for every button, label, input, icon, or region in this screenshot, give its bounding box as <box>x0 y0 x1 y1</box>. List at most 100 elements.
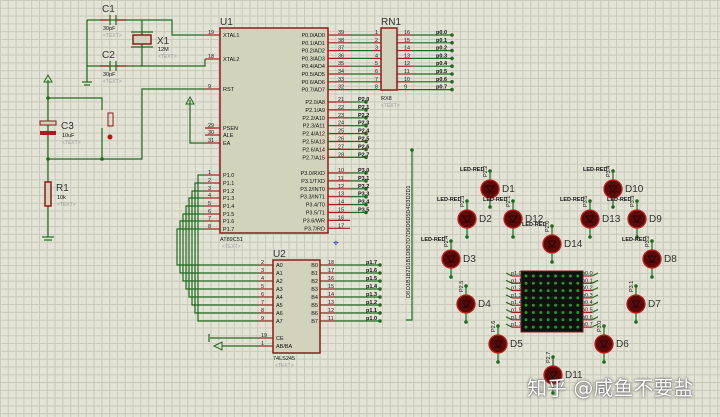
junction-dot <box>450 72 454 76</box>
u1-pin-name: XTAL2 <box>223 57 239 63</box>
matrix-dot <box>546 303 550 307</box>
u1-pin-name: P3.1/TXD <box>301 179 325 185</box>
matrix-dot <box>524 281 528 285</box>
r1-text: <TEXT> <box>57 202 76 208</box>
matrix-net-label: p1.5 <box>511 308 522 314</box>
matrix-dot <box>568 274 572 278</box>
u1-pin-number: 11 <box>338 176 344 182</box>
u1-pin-number: 14 <box>338 200 344 206</box>
junction-dot <box>602 360 606 364</box>
u2-pin-name: A0 <box>276 263 283 269</box>
c1-text: <TEXT> <box>103 33 122 39</box>
rn1-ref: RN1 <box>381 17 401 28</box>
led-ref: D6 <box>616 339 629 350</box>
matrix-dot <box>554 311 558 314</box>
matrix-dot <box>531 325 535 329</box>
wire <box>591 294 599 299</box>
matrix-net-label: p0.1 <box>582 278 593 284</box>
matrix-net-label: p1.1 <box>511 278 522 284</box>
matrix-dot <box>539 274 543 278</box>
net-label: p1.6 <box>366 268 377 274</box>
led-d13 <box>580 209 600 229</box>
junction-dot <box>100 157 104 161</box>
u2-pin-name: B7 <box>311 319 318 325</box>
u1-pin-number: 6 <box>208 209 211 215</box>
u1-pin-number: 39 <box>338 30 344 36</box>
led-part: LED-RED <box>560 197 584 203</box>
x1-text: <TEXT> <box>158 54 177 60</box>
u2-pin-name: A3 <box>276 287 283 293</box>
u1-pin-number: 38 <box>338 38 344 44</box>
junction-dot <box>464 320 468 324</box>
net-label: P2.2 <box>358 113 369 119</box>
u1-pin-name: P2.5/A13 <box>302 140 325 146</box>
push-button <box>107 112 114 127</box>
resistor-r1 <box>44 181 52 207</box>
led-part: LED-RED <box>437 197 461 203</box>
u2-pin-name: CE <box>276 336 284 342</box>
matrix-dot <box>554 281 558 285</box>
led-net-label: P2.5 <box>459 281 465 292</box>
led-d3 <box>441 249 461 269</box>
u1-pin-name: P3.6/WR <box>303 218 325 224</box>
u1-pin-name: PSEN <box>223 126 238 132</box>
matrix-dot <box>561 325 565 329</box>
matrix-net-label: p1.7 <box>511 322 522 328</box>
matrix-dot <box>546 289 550 293</box>
u1-pin-name: P0.4/AD4 <box>301 64 325 70</box>
rn1-pin-number: 13 <box>404 53 410 59</box>
u1-pin-number: 18 <box>208 54 214 60</box>
matrix-dot <box>524 289 528 293</box>
junction-dot <box>378 311 382 315</box>
c2-text: <TEXT> <box>103 79 122 85</box>
matrix-dot <box>554 274 558 278</box>
led-d4 <box>456 294 476 314</box>
u2-pin-number: 18 <box>328 260 334 266</box>
net-label: P2.3 <box>358 121 369 127</box>
u1-pin-name: P3.0/RXD <box>301 171 325 177</box>
u2-pin-number: 1 <box>261 341 264 347</box>
u2-pin-name: A6 <box>276 311 283 317</box>
u1-pin-number: 22 <box>338 105 344 111</box>
matrix-dot <box>524 303 528 307</box>
c3-plate <box>40 131 56 135</box>
matrix-dot <box>539 325 543 329</box>
net-label: p0.1 <box>436 38 447 44</box>
u1-pin-number: 21 <box>338 97 344 103</box>
schematic[interactable]: U1AT89C51<TEXT>19 XTAL118 XTAL29 RST29 PSEN3… <box>0 0 720 417</box>
net-label: p0.0 <box>436 30 447 36</box>
u2-ref: U2 <box>273 249 286 260</box>
u2-pin-name: A2 <box>276 279 283 285</box>
net-label: P2.7 <box>358 152 369 158</box>
matrix-dot <box>561 296 565 300</box>
wire <box>189 100 205 144</box>
u1-pin-number: 27 <box>338 144 344 150</box>
r1-value: 10k <box>57 195 66 201</box>
c2-ref: C2 <box>102 50 115 61</box>
u2-text: <TEXT> <box>275 363 294 369</box>
rn1-pin-number: 4 <box>375 53 378 59</box>
wire <box>591 287 599 292</box>
net-label: p0.4 <box>436 61 448 67</box>
led-d8 <box>642 249 662 269</box>
u2-pin-number: 19 <box>261 333 267 339</box>
u1-pin-name: P1.6 <box>223 219 234 225</box>
u1-pin-name: P3.7/RD <box>304 226 325 232</box>
matrix-dot <box>576 296 580 300</box>
matrix-dot <box>568 318 572 322</box>
u2-pin-name: A4 <box>276 295 283 301</box>
matrix-dot <box>546 281 550 285</box>
junction-dot <box>496 360 500 364</box>
u1-pin-number: 34 <box>338 69 344 75</box>
u1-pin-name: P1.0 <box>223 173 234 179</box>
u1-pin-name: P1.1 <box>223 181 234 187</box>
u1-pin-name: P2.2/A10 <box>302 116 325 122</box>
matrix-dot <box>539 311 543 314</box>
led-d2 <box>457 209 477 229</box>
led-net-label: P3.1 <box>629 281 635 292</box>
u1-pin-number: 3 <box>208 186 211 192</box>
matrix-dot <box>576 289 580 293</box>
u1-pin-name: P2.3/A11 <box>303 124 325 130</box>
wire <box>48 97 103 110</box>
net-label: P2.0 <box>358 97 369 103</box>
